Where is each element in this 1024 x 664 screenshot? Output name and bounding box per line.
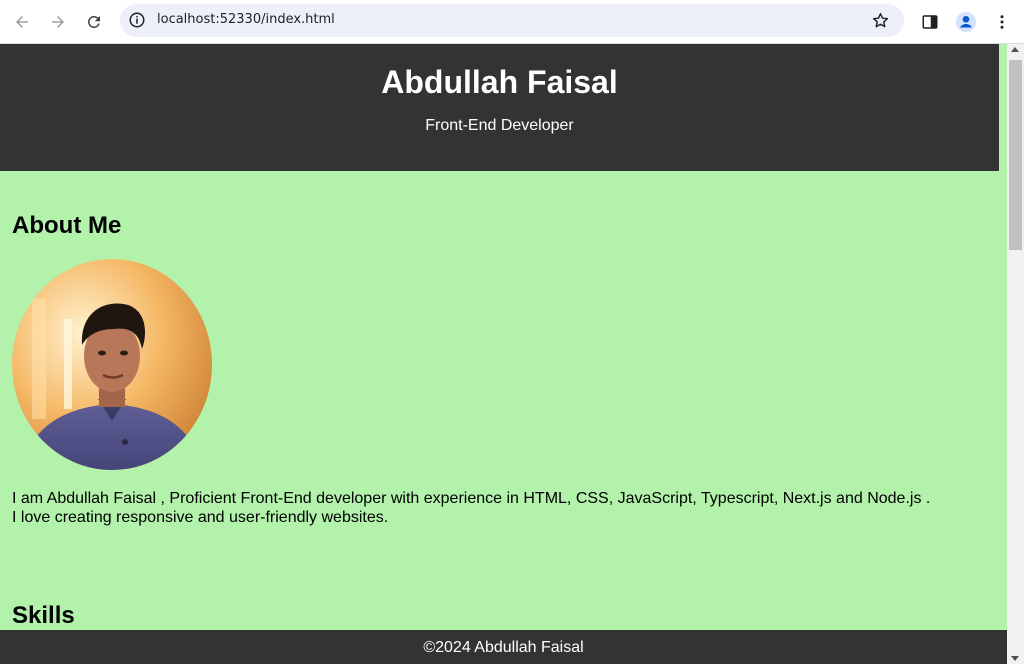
reload-icon xyxy=(88,15,100,28)
footer-text: ©2024 Abdullah Faisal xyxy=(423,639,584,656)
scroll-thumb[interactable] xyxy=(1009,60,1022,250)
about-paragraph: I am Abdullah Faisal , Proficient Front-… xyxy=(12,489,992,527)
about-heading: About Me xyxy=(12,212,122,239)
page-header: Abdullah Faisal Front-End Developer xyxy=(0,44,999,171)
profile-button[interactable] xyxy=(952,8,980,36)
skills-heading: Skills xyxy=(12,602,75,629)
about-line-2: I love creating responsive and user-frie… xyxy=(12,509,389,526)
scroll-down-arrow-icon[interactable] xyxy=(1011,656,1019,661)
address-bar[interactable]: localhost:52330/index.html xyxy=(120,4,904,37)
back-icon xyxy=(16,16,28,28)
menu-icon xyxy=(1000,15,1004,29)
page-footer: ©2024 Abdullah Faisal xyxy=(0,630,1007,664)
url-text[interactable]: localhost:52330/index.html xyxy=(157,12,335,27)
about-line-1: I am Abdullah Faisal , Proficient Front-… xyxy=(12,490,931,507)
sidebar-icon xyxy=(922,15,938,29)
profile-photo xyxy=(12,259,212,470)
page-viewport: Abdullah Faisal Front-End Developer Abou… xyxy=(0,44,1024,664)
info-icon[interactable] xyxy=(128,11,146,29)
scroll-up-arrow-icon[interactable] xyxy=(1011,47,1019,52)
profile-icon xyxy=(955,11,977,33)
page-title: Abdullah Faisal xyxy=(381,64,618,100)
vertical-scrollbar[interactable] xyxy=(1007,44,1024,664)
side-panel-button[interactable] xyxy=(916,8,944,36)
back-button[interactable] xyxy=(6,6,38,38)
forward-button[interactable] xyxy=(42,6,74,38)
browser-toolbar: localhost:52330/index.html xyxy=(0,0,1024,44)
star-icon[interactable] xyxy=(871,11,890,30)
page-subtitle: Front-End Developer xyxy=(425,117,574,134)
forward-icon xyxy=(52,16,64,28)
menu-button[interactable] xyxy=(988,8,1016,36)
reload-button[interactable] xyxy=(78,6,110,38)
